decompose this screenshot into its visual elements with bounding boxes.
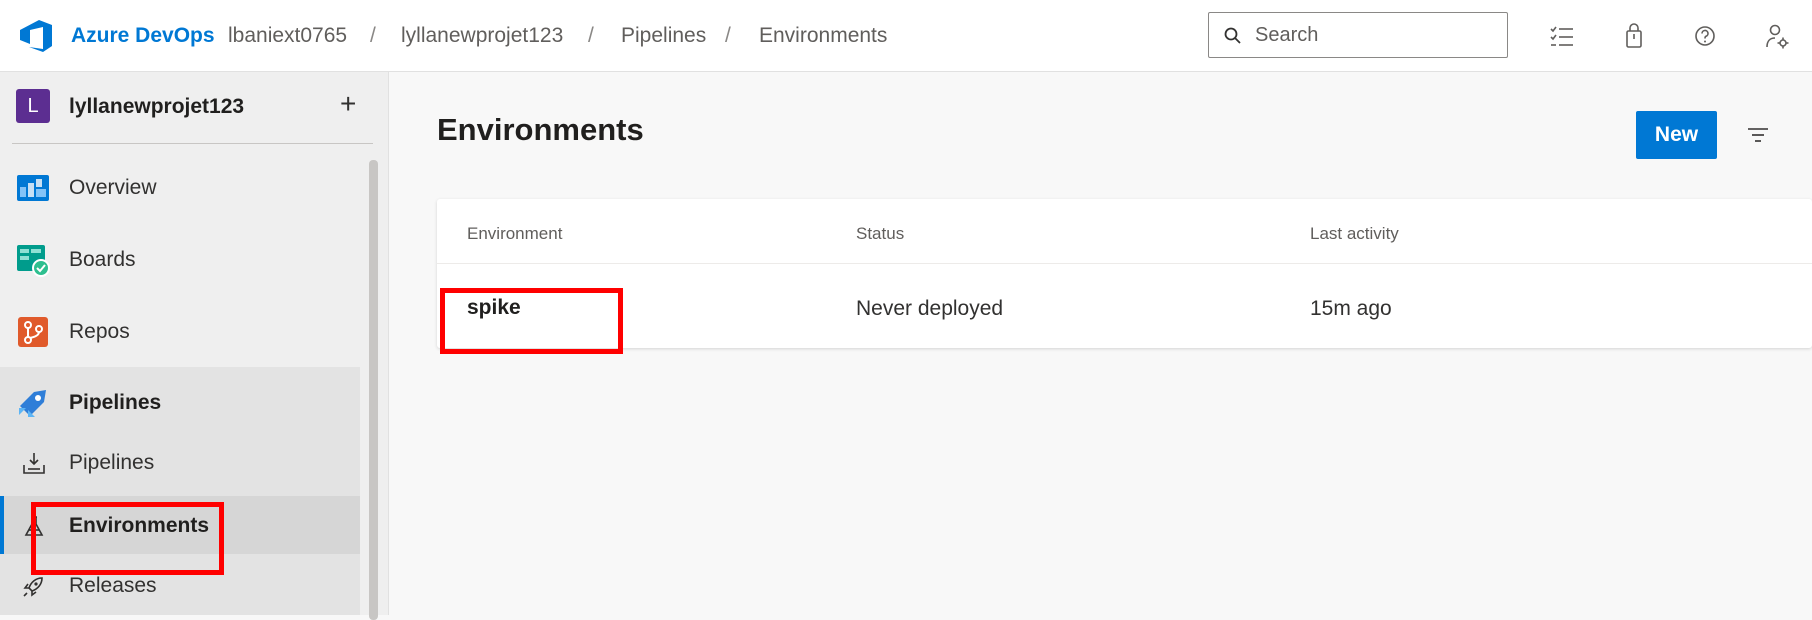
sidebar-item-repos[interactable]: Repos xyxy=(0,301,360,361)
column-header-last-activity[interactable]: Last activity xyxy=(1310,224,1399,244)
top-bar: Azure DevOps lbaniext0765 / lyllanewproj… xyxy=(0,0,1812,72)
new-environment-button[interactable]: New xyxy=(1636,111,1717,159)
boards-icon xyxy=(17,245,50,277)
breadcrumb-project[interactable]: lyllanewprojet123 xyxy=(401,24,563,48)
breadcrumb-separator: / xyxy=(370,24,376,47)
sidebar-item-label: Environments xyxy=(69,514,210,537)
column-header-status[interactable]: Status xyxy=(856,224,904,244)
sidebar-item-boards[interactable]: Boards xyxy=(0,229,360,289)
search-icon xyxy=(1224,27,1241,44)
sidebar-item-label: Pipelines xyxy=(69,391,162,414)
sidebar-item-overview[interactable]: Overview xyxy=(0,157,360,217)
sidebar-item-label: Repos xyxy=(69,320,130,343)
environments-icon xyxy=(24,516,44,536)
table-header-divider xyxy=(437,263,1812,264)
user-settings-icon[interactable] xyxy=(1763,22,1791,50)
repos-icon xyxy=(18,317,48,347)
environment-status: Never deployed xyxy=(856,297,1004,320)
sidebar-item-label: Releases xyxy=(69,574,157,597)
left-sidebar: L lyllanewprojet123 + Overview Boards Re… xyxy=(0,72,389,620)
shopping-bag-icon[interactable] xyxy=(1620,22,1648,50)
pipelines-icon xyxy=(19,390,46,417)
releases-icon xyxy=(23,577,43,597)
environments-table: Environment Status Last activity spike N… xyxy=(437,199,1812,348)
breadcrumb-separator: / xyxy=(725,24,731,47)
project-avatar[interactable]: L xyxy=(16,89,50,123)
sidebar-item-label: Overview xyxy=(69,176,157,199)
azure-devops-logo-icon[interactable] xyxy=(18,18,54,54)
overview-icon xyxy=(17,175,49,201)
project-name[interactable]: lyllanewprojet123 xyxy=(69,95,244,119)
search-input[interactable] xyxy=(1255,23,1495,47)
pipelines-group: Pipelines Pipelines Environments Release… xyxy=(0,367,360,615)
sidebar-item-pipelines[interactable]: Pipelines xyxy=(0,372,360,432)
environment-last-activity: 15m ago xyxy=(1310,297,1392,320)
sidebar-item-label: Pipelines xyxy=(69,451,155,474)
breadcrumb-pipelines[interactable]: Pipelines xyxy=(621,24,706,48)
breadcrumb-organization[interactable]: lbaniext0765 xyxy=(228,24,347,48)
filter-icon[interactable] xyxy=(1744,121,1772,149)
environment-name-link[interactable]: spike xyxy=(467,296,521,320)
help-icon[interactable] xyxy=(1691,22,1719,50)
sidebar-subitem-releases[interactable]: Releases xyxy=(0,556,360,614)
page-title: Environments xyxy=(437,112,644,147)
sidebar-item-label: Boards xyxy=(69,248,136,271)
pipelines-sub-icon xyxy=(23,453,45,474)
column-header-environment[interactable]: Environment xyxy=(467,224,562,244)
brand-name[interactable]: Azure DevOps xyxy=(71,24,215,48)
sidebar-subitem-environments[interactable]: Environments xyxy=(0,496,360,554)
breadcrumb-environments[interactable]: Environments xyxy=(759,24,887,48)
add-project-button[interactable]: + xyxy=(340,90,356,118)
divider xyxy=(12,143,373,144)
search-box[interactable] xyxy=(1208,12,1508,58)
task-list-icon[interactable] xyxy=(1548,22,1576,50)
sidebar-subitem-pipelines[interactable]: Pipelines xyxy=(0,433,360,491)
breadcrumb-separator: / xyxy=(588,24,594,47)
sidebar-scrollbar[interactable] xyxy=(369,160,378,620)
